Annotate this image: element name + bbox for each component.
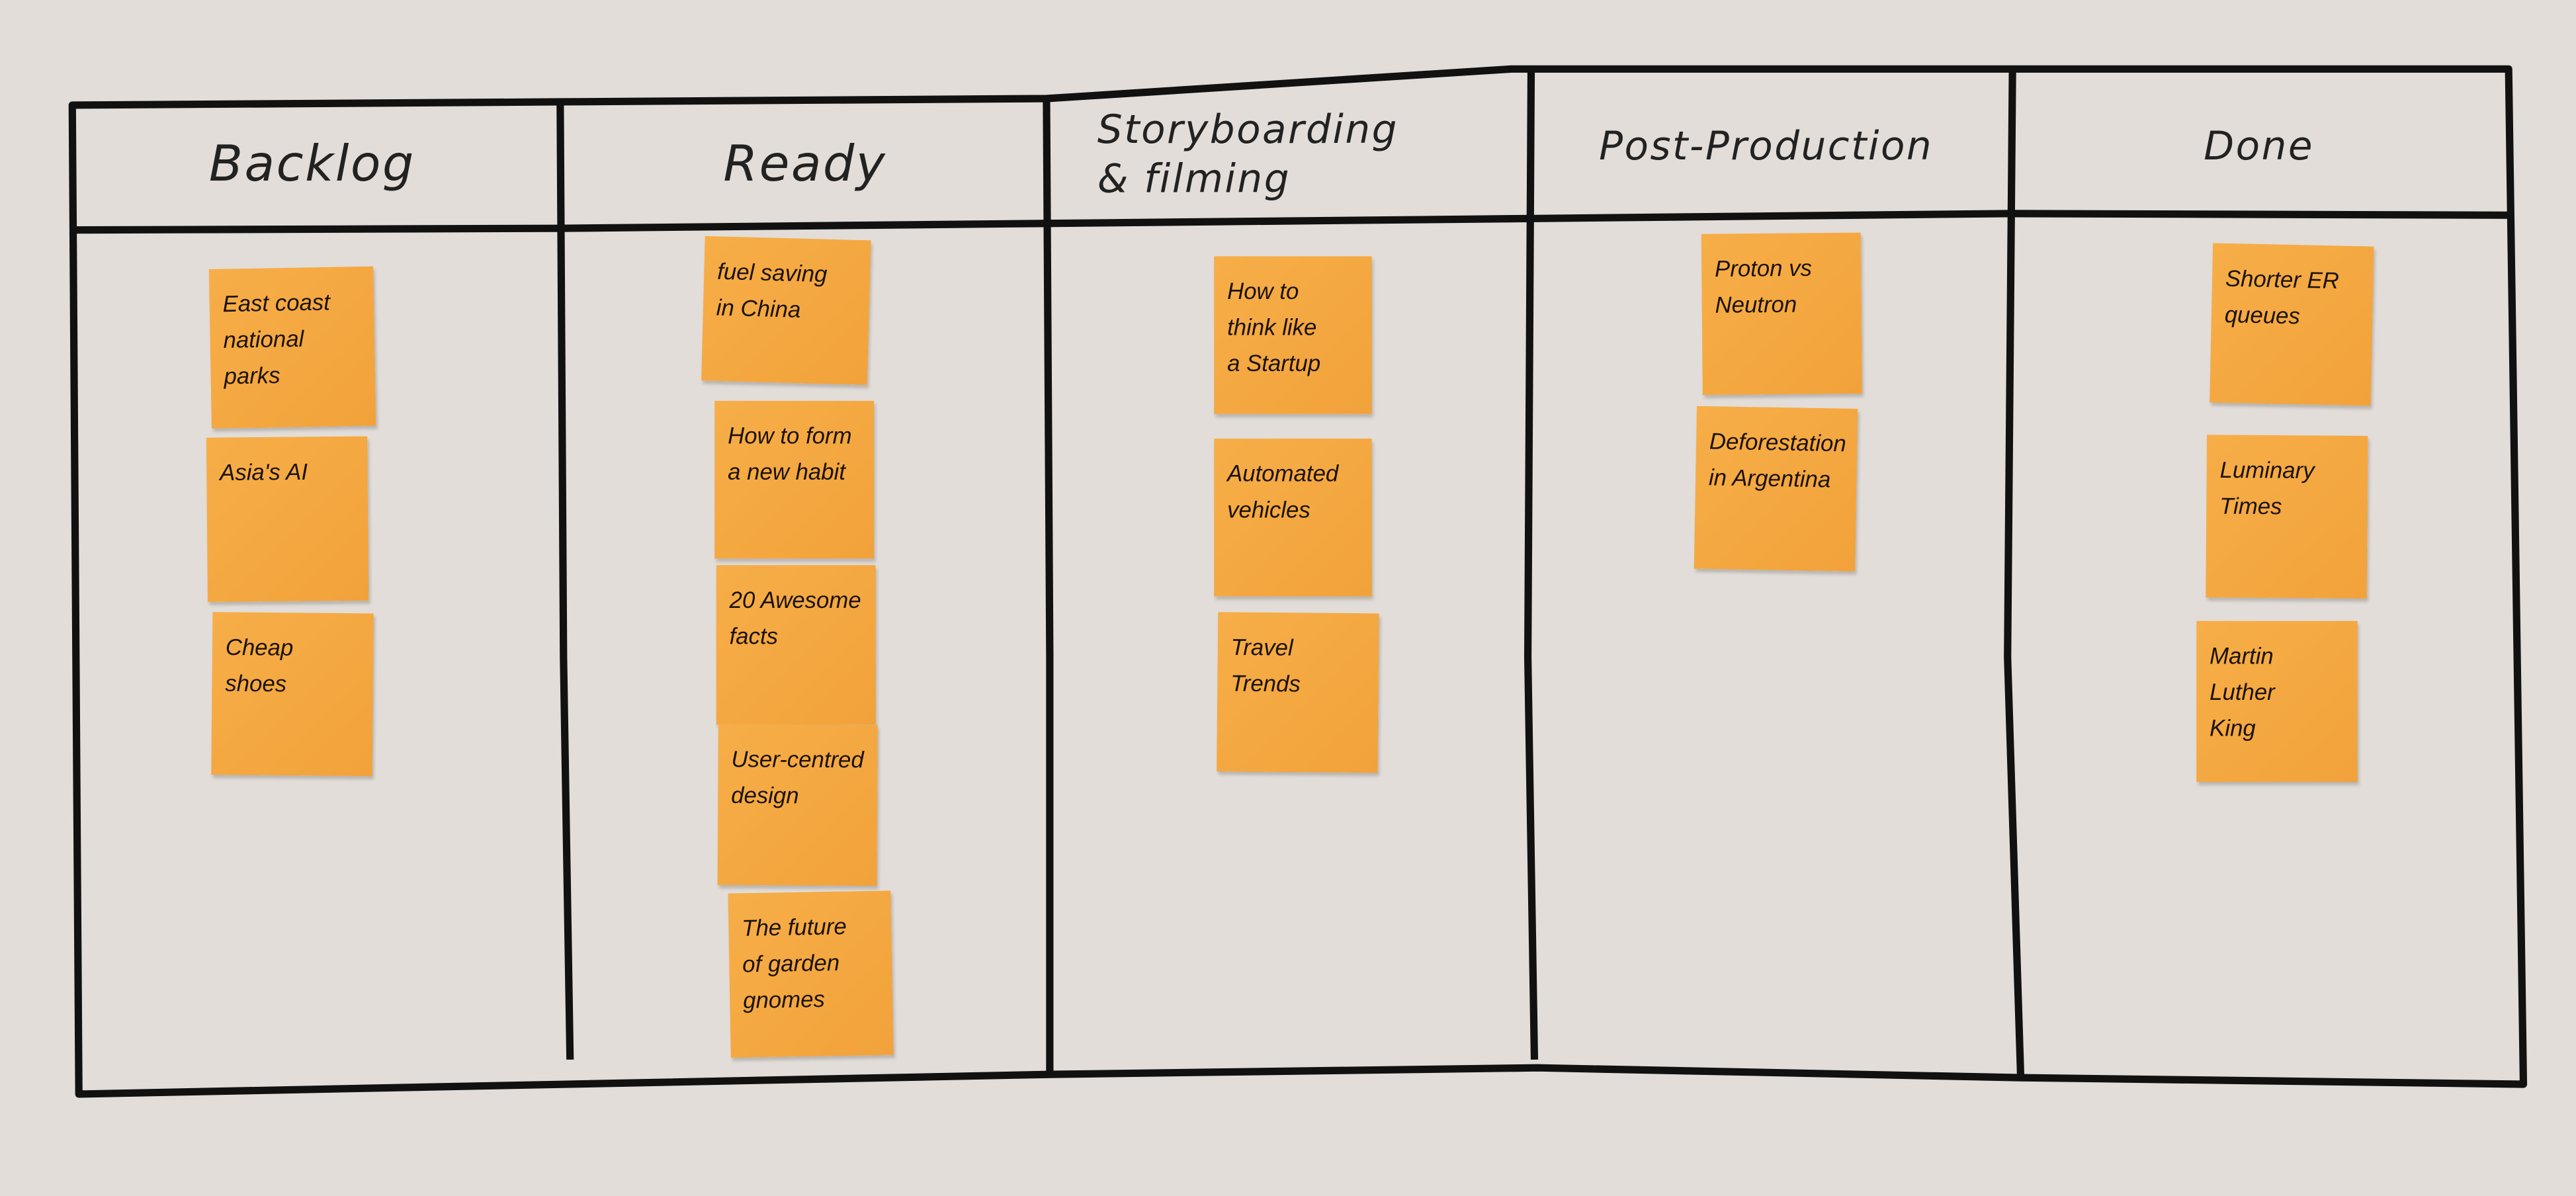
sticky-note-card[interactable]: Proton vs Neutron <box>1701 232 1862 396</box>
column-divider <box>1043 98 1054 1072</box>
sticky-note-card[interactable]: Luminary Times <box>2206 435 2368 599</box>
column-title-ready: Ready <box>723 136 887 194</box>
sticky-note-card[interactable]: East coast national parks <box>208 266 376 429</box>
column-divider <box>1524 69 1539 1060</box>
sticky-note-card[interactable]: The future of garden gnomes <box>728 890 894 1058</box>
column-divider <box>2004 69 2025 1078</box>
sticky-note-card[interactable]: Automated vehicles <box>1214 439 1372 597</box>
column-title-done: Done <box>2204 123 2315 169</box>
sticky-note-card[interactable]: Asia's AI <box>206 436 369 602</box>
column-title-post-production: Post-Production <box>1599 123 1934 169</box>
sticky-note-card[interactable]: 20 Awesome facts <box>716 565 876 725</box>
sticky-note-card[interactable]: Martin Luther King <box>2196 620 2358 783</box>
header-divider <box>72 210 2512 234</box>
kanban-board: Backlog Ready Storyboarding & filming Po… <box>0 0 2576 1196</box>
sticky-note-card[interactable]: Travel Trends <box>1217 612 1379 773</box>
sticky-note-card[interactable]: Shorter ER queues <box>2210 243 2374 406</box>
column-title-backlog: Backlog <box>208 136 415 194</box>
sticky-note-card[interactable]: fuel saving in China <box>701 235 871 385</box>
sticky-note-card[interactable]: Deforestation in Argentina <box>1694 406 1858 572</box>
sticky-note-card[interactable]: How to think like a Startup <box>1214 256 1372 414</box>
sticky-note-card[interactable]: Cheap shoes <box>211 612 374 777</box>
column-title-storyboarding-filming: Storyboarding & filming <box>1097 107 1398 202</box>
sticky-note-card[interactable]: User-centred design <box>717 724 878 886</box>
column-divider <box>556 101 574 1060</box>
sticky-note-card[interactable]: How to form a new habit <box>714 400 875 559</box>
